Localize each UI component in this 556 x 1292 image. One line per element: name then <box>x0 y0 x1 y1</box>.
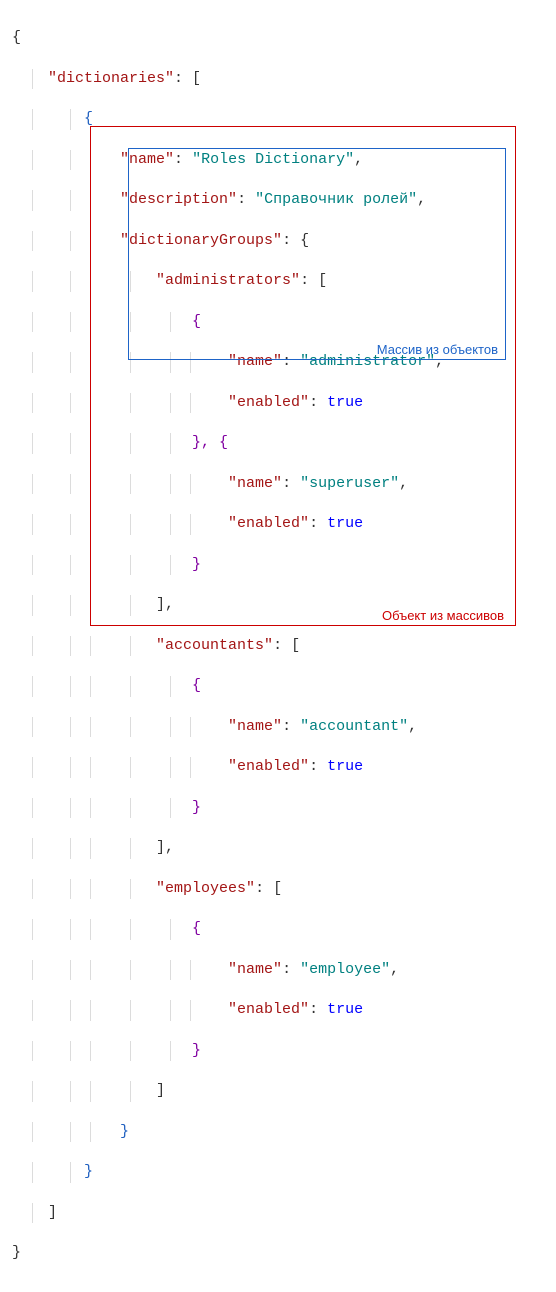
key-name: "name" <box>228 475 282 492</box>
key-administrators: "administrators" <box>156 272 300 289</box>
key-name: "name" <box>228 353 282 370</box>
key-name: "name" <box>228 961 282 978</box>
key-description: "description" <box>120 191 237 208</box>
value-description: "Справочник ролей" <box>255 191 417 208</box>
brace-close: } <box>192 556 201 573</box>
bracket-close: ] <box>48 1204 57 1221</box>
punct: : <box>309 1001 327 1018</box>
key-accountants: "accountants" <box>156 637 273 654</box>
key-dictionaries: "dictionaries" <box>48 70 174 87</box>
value-true: true <box>327 1001 363 1018</box>
comma: , <box>354 151 363 168</box>
brace-open: { <box>192 313 201 330</box>
brace-open: { <box>12 29 21 46</box>
brace-close: } <box>192 799 201 816</box>
punct: : <box>282 475 300 492</box>
key-employees: "employees" <box>156 880 255 897</box>
punct: : <box>237 191 255 208</box>
key-enabled: "enabled" <box>228 394 309 411</box>
key-dictionarygroups: "dictionaryGroups" <box>120 232 282 249</box>
punct: : [ <box>300 272 327 289</box>
punct: : [ <box>174 70 201 87</box>
brace-open: { <box>192 677 201 694</box>
brace-close: } <box>84 1163 93 1180</box>
value-true: true <box>327 758 363 775</box>
brace-close: } <box>120 1123 129 1140</box>
bracket-close: ], <box>156 596 174 613</box>
punct: : <box>309 515 327 532</box>
punct: : { <box>282 232 309 249</box>
json-code-block: { "dictionaries": [ { "name": "Roles Dic… <box>12 8 544 1284</box>
punct: : <box>282 961 300 978</box>
comma: , <box>399 475 408 492</box>
key-enabled: "enabled" <box>228 1001 309 1018</box>
comma: , <box>417 191 426 208</box>
key-name: "name" <box>120 151 174 168</box>
punct: : <box>282 353 300 370</box>
punct: : [ <box>255 880 282 897</box>
punct: : <box>309 758 327 775</box>
punct: : <box>174 151 192 168</box>
key-name: "name" <box>228 718 282 735</box>
value-employee: "employee" <box>300 961 390 978</box>
value-name: "Roles Dictionary" <box>192 151 354 168</box>
value-administrator: "administrator" <box>300 353 435 370</box>
bracket-close: ] <box>156 1082 165 1099</box>
brace-close: } <box>192 1042 201 1059</box>
comma: , <box>390 961 399 978</box>
bracket-close: ], <box>156 839 174 856</box>
brace-close: } <box>12 1244 21 1261</box>
punct: : <box>282 718 300 735</box>
key-enabled: "enabled" <box>228 758 309 775</box>
comma: , <box>408 718 417 735</box>
value-true: true <box>327 394 363 411</box>
value-accountant: "accountant" <box>300 718 408 735</box>
punct: : [ <box>273 637 300 654</box>
brace-open: { <box>84 110 93 127</box>
brace-close-open: }, { <box>192 434 228 451</box>
brace-open: { <box>192 920 201 937</box>
value-superuser: "superuser" <box>300 475 399 492</box>
comma: , <box>435 353 444 370</box>
value-true: true <box>327 515 363 532</box>
key-enabled: "enabled" <box>228 515 309 532</box>
punct: : <box>309 394 327 411</box>
